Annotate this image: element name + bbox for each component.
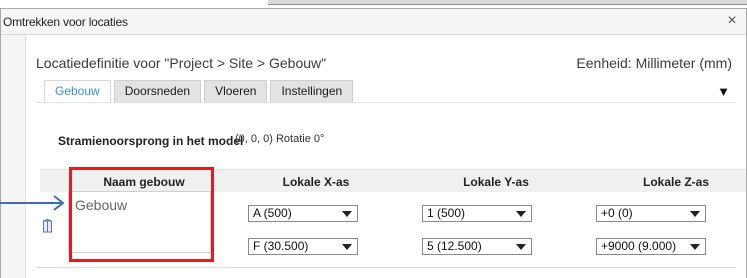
- tab-divider: [36, 102, 736, 103]
- screenshot-stage: Omtrekken voor locaties × Locatiedefinit…: [0, 0, 747, 278]
- background-window-edge: [268, 0, 747, 5]
- chevron-down-icon: [342, 244, 352, 250]
- chevron-down-icon: [516, 211, 526, 217]
- x-axis-from-dropdown[interactable]: A (500): [248, 205, 358, 222]
- chevron-down-icon: [690, 211, 700, 217]
- column-header-local-y: Lokale Y-as: [463, 175, 529, 189]
- chevron-down-icon: [690, 244, 700, 250]
- tab-gebouw[interactable]: Gebouw: [44, 80, 111, 103]
- close-icon[interactable]: ×: [724, 12, 740, 30]
- chevron-down-icon: [342, 211, 352, 217]
- z-axis-to-value: +9000 (9.000): [601, 239, 677, 253]
- tab-menu-arrow-icon[interactable]: ▼: [717, 84, 730, 99]
- grid-origin-label: Stramienoorsprong in het model: [58, 134, 244, 148]
- callout-arrow-icon: [0, 195, 65, 211]
- x-axis-from-value: A (500): [253, 206, 292, 220]
- chevron-down-icon: [516, 244, 526, 250]
- y-axis-to-value: 5 (12.500): [427, 239, 482, 253]
- tab-instellingen[interactable]: Instellingen: [270, 80, 354, 102]
- building-icon: [43, 219, 52, 233]
- tab-doorsneden[interactable]: Doorsneden: [113, 80, 202, 102]
- dialog-titlebar: Omtrekken voor locaties ×: [1, 9, 746, 35]
- grid-bottom-divider: [36, 267, 736, 268]
- z-axis-to-dropdown[interactable]: +9000 (9.000): [596, 238, 706, 255]
- z-axis-from-value: +0 (0): [601, 206, 633, 220]
- y-axis-to-dropdown[interactable]: 5 (12.500): [422, 238, 532, 255]
- dialog-title: Omtrekken voor locaties: [3, 15, 128, 29]
- y-axis-from-dropdown[interactable]: 1 (500): [422, 205, 532, 222]
- grid-origin-value: (0, 0, 0) Rotatie 0°: [235, 133, 325, 145]
- dialog-content-panel: Locatiedefinitie voor "Project > Site > …: [25, 35, 746, 278]
- column-header-local-z: Lokale Z-as: [642, 175, 710, 189]
- unit-label: Eenheid: Millimeter (mm): [576, 55, 732, 71]
- annotation-highlight-box: [69, 167, 214, 262]
- location-definition-label: Locatiedefinitie voor "Project > Site > …: [36, 55, 327, 71]
- x-axis-to-dropdown[interactable]: F (30.500): [248, 238, 358, 255]
- column-header-local-x: Lokale X-as: [282, 175, 350, 189]
- y-axis-from-value: 1 (500): [427, 206, 466, 220]
- tab-bar: Gebouw Doorsneden Vloeren Instellingen: [44, 80, 356, 103]
- x-axis-to-value: F (30.500): [253, 239, 309, 253]
- location-boundaries-dialog: Omtrekken voor locaties × Locatiedefinit…: [0, 8, 747, 278]
- z-axis-from-dropdown[interactable]: +0 (0): [596, 205, 706, 222]
- tab-vloeren[interactable]: Vloeren: [204, 80, 268, 102]
